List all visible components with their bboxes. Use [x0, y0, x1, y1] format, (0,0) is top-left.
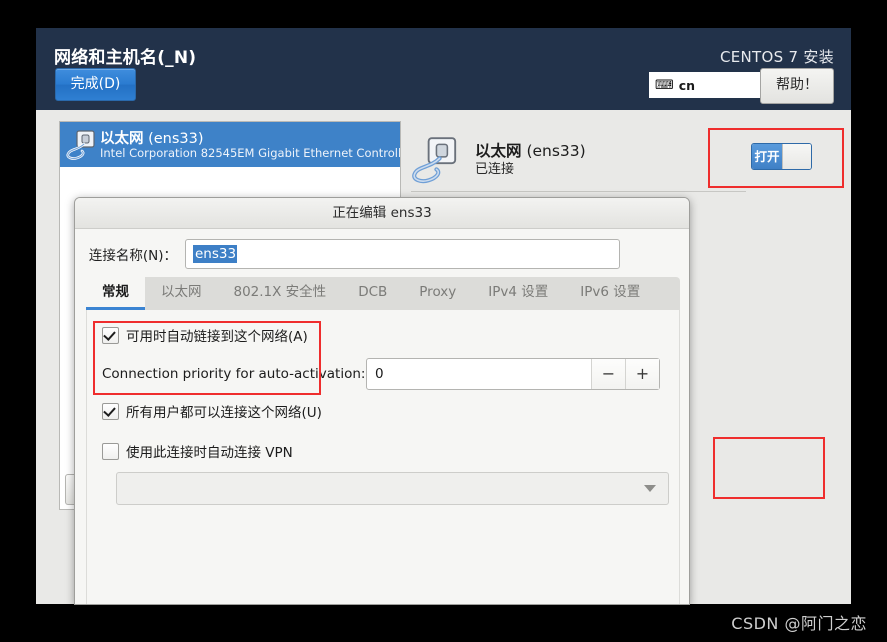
tab-panel-general: 可用时自动链接到这个网络(A) Connection priority for …	[86, 310, 680, 605]
connection-name-label: 连接名称(N)：	[75, 244, 185, 264]
priority-spinner[interactable]: 0 − +	[366, 358, 660, 390]
list-item-title: 以太网 (ens33)	[100, 131, 204, 147]
tab-dcb[interactable]: DCB	[342, 277, 403, 310]
dialog-tabs: 常规 以太网 802.1X 安全性 DCB Proxy IPv4 设置 IPv6…	[86, 277, 680, 310]
keyboard-icon: ⌨	[655, 79, 674, 92]
keyboard-layout-indicator[interactable]: ⌨ cn	[649, 72, 760, 98]
detail-title: 以太网 (ens33)	[475, 141, 586, 161]
priority-label: Connection priority for auto-activation:	[102, 366, 365, 382]
toggle-knob	[782, 144, 811, 169]
dialog-title: 正在编辑 ens33	[75, 198, 689, 229]
chevron-down-icon	[644, 485, 656, 492]
detail-labels: 以太网 (ens33) 已连接	[475, 141, 586, 178]
connection-name-row: 连接名称(N)： ens33	[75, 234, 690, 274]
priority-decrement-button[interactable]: −	[591, 359, 625, 389]
all-users-row: 所有用户都可以连接这个网络(U)	[102, 401, 322, 421]
page-title: 网络和主机名(_N)	[54, 43, 196, 68]
toggle-region: 打开	[746, 121, 816, 183]
help-button[interactable]: 帮助！	[760, 68, 834, 104]
connection-name-input[interactable]: ens33	[185, 239, 620, 269]
product-title: CENTOS 7 安装	[720, 46, 834, 67]
list-item-title-bold: 以太网	[100, 131, 144, 147]
list-item-description: Intel Corporation 82545EM Gigabit Ethern…	[100, 147, 401, 160]
list-item-labels: 以太网 (ens33) Intel Corporation 82545EM Gi…	[100, 129, 401, 160]
tab-proxy[interactable]: Proxy	[403, 277, 472, 310]
autoconnect-label: 可用时自动链接到这个网络(A)	[126, 325, 308, 345]
tab-ethernet[interactable]: 以太网	[145, 277, 218, 310]
connection-name-value: ens33	[193, 245, 237, 263]
tab-general[interactable]: 常规	[86, 277, 145, 310]
detail-title-bold: 以太网	[475, 142, 522, 160]
connection-on-off-toggle[interactable]: 打开	[751, 143, 812, 170]
autoconnect-row: 可用时自动链接到这个网络(A)	[102, 325, 308, 345]
tab-ipv4[interactable]: IPv4 设置	[472, 277, 564, 310]
autoconnect-checkbox[interactable]	[102, 327, 119, 344]
detail-title-id: (ens33)	[522, 142, 586, 160]
installer-header: 网络和主机名(_N) 完成(D) CENTOS 7 安装 ⌨ cn 帮助！	[36, 28, 851, 110]
priority-value[interactable]: 0	[367, 366, 591, 382]
vpn-connection-select[interactable]	[116, 472, 669, 505]
toggle-on-label: 打开	[752, 144, 782, 169]
keyboard-layout-label: cn	[679, 78, 695, 93]
priority-row: Connection priority for auto-activation:…	[102, 358, 662, 390]
tab-8021x[interactable]: 802.1X 安全性	[218, 277, 343, 310]
list-item-title-id: (ens33)	[144, 131, 204, 147]
priority-increment-button[interactable]: +	[625, 359, 659, 389]
detail-divider	[411, 191, 746, 192]
detail-header: 以太网 (ens33) 已连接	[411, 135, 586, 185]
vpn-checkbox[interactable]	[102, 443, 119, 460]
all-users-checkbox[interactable]	[102, 403, 119, 420]
watermark: CSDN @阿门之恋	[731, 610, 867, 634]
done-button[interactable]: 完成(D)	[55, 68, 136, 101]
detail-status: 已连接	[475, 162, 586, 179]
list-item[interactable]: 以太网 (ens33) Intel Corporation 82545EM Gi…	[60, 122, 400, 167]
edit-connection-dialog: 正在编辑 ens33 连接名称(N)： ens33 常规 以太网 802.1X …	[74, 197, 690, 605]
ethernet-icon	[411, 135, 465, 185]
ethernet-icon	[66, 129, 100, 161]
tab-ipv6[interactable]: IPv6 设置	[564, 277, 656, 310]
all-users-label: 所有用户都可以连接这个网络(U)	[126, 401, 322, 421]
vpn-row: 使用此连接时自动连接 VPN	[102, 441, 293, 461]
vpn-label: 使用此连接时自动连接 VPN	[126, 441, 293, 461]
